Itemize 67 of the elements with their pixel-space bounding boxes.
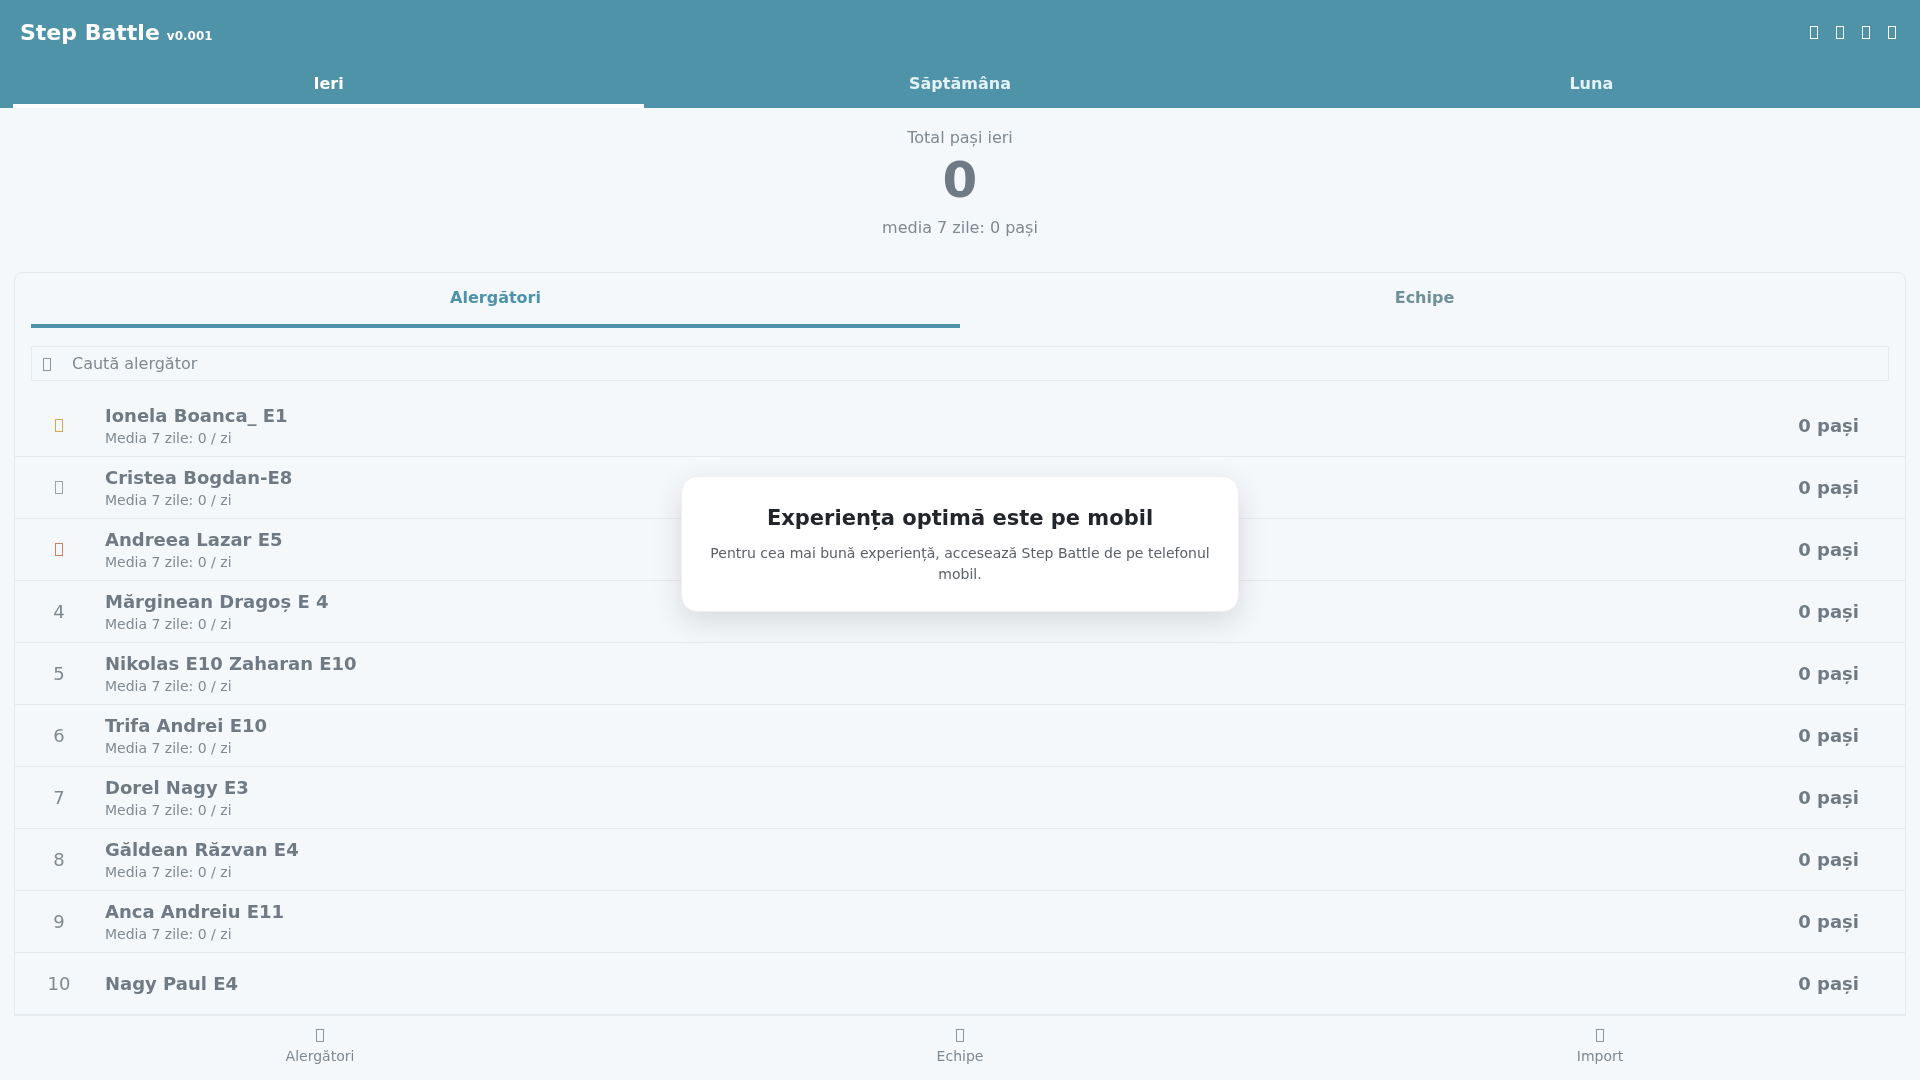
runner-steps: 0 pași — [1798, 970, 1859, 997]
toolbar-glyph-icon[interactable] — [1888, 25, 1896, 39]
list-tab[interactable]: Alergători — [31, 273, 960, 328]
app-title: Step Battle — [20, 18, 160, 47]
runner-row[interactable]: 8 Găldean Răzvan E4 Media 7 zile: 0 / zi 0 pași — [15, 829, 1905, 891]
runner-steps: 0 pași — [1798, 784, 1859, 811]
list-tab[interactable]: Echipe — [960, 273, 1889, 328]
rank-number: 4 — [53, 600, 65, 624]
search-glyph-icon — [43, 357, 51, 371]
toolbar-glyph-icon[interactable] — [1836, 25, 1844, 39]
runner-row[interactable]: 5 Nikolas E10 Zaharan E10 Media 7 zile: 0 / zi 0 pași — [15, 643, 1905, 705]
runner-steps: 0 pași — [1798, 412, 1859, 439]
runner-steps: 0 pași — [1798, 536, 1859, 563]
summary-value: 0 — [942, 150, 978, 210]
app-version: v0.001 — [166, 27, 213, 45]
runner-name: Mărginean Dragoș E 4 — [105, 589, 329, 614]
runner-average: Media 7 zile: 0 / zi — [105, 552, 232, 572]
runner-average: Media 7 zile: 0 / zi — [105, 800, 232, 820]
runner-row[interactable]: 6 Trifa Andrei E10 Media 7 zile: 0 / zi 0 pași — [15, 705, 1905, 767]
runner-steps: 0 pași — [1798, 846, 1859, 873]
toolbar-glyph-icon[interactable] — [1810, 25, 1818, 39]
toolbar-glyph-icon[interactable] — [1862, 25, 1870, 39]
nav-glyph-icon — [956, 1029, 964, 1042]
runner-name: Dorel Nagy E3 — [105, 775, 249, 800]
period-tab[interactable]: Săptămâna — [644, 64, 1276, 108]
runner-average: Media 7 zile: 0 / zi — [105, 614, 232, 634]
runner-name: Ionela Boanca_ E1 — [105, 403, 288, 428]
runner-steps: 0 pași — [1798, 722, 1859, 749]
rank-number: 9 — [53, 910, 65, 934]
nav-item[interactable]: Import — [1280, 1016, 1920, 1080]
runner-average: Media 7 zile: 0 / zi — [105, 862, 232, 882]
runner-name: Nikolas E10 Zaharan E10 — [105, 651, 357, 676]
rank-number: 8 — [53, 848, 65, 872]
runner-average: Media 7 zile: 0 / zi — [105, 676, 232, 696]
summary-label: Total pași ieri — [907, 127, 1013, 149]
runner-steps: 0 pași — [1798, 598, 1859, 625]
nav-item[interactable]: Alergători — [0, 1016, 640, 1080]
runner-name: Anca Andreiu E11 — [105, 899, 285, 924]
runner-row[interactable]: 7 Dorel Nagy E3 Media 7 zile: 0 / zi 0 pași — [15, 767, 1905, 829]
runner-name: Andreea Lazar E5 — [105, 527, 283, 552]
runner-row[interactable]: 9 Anca Andreiu E11 Media 7 zile: 0 / zi 0 pași — [15, 891, 1905, 953]
runner-average: Media 7 zile: 0 / zi — [105, 924, 232, 944]
runner-row[interactable]: 10 Nagy Paul E4 0 pași — [15, 953, 1905, 1015]
search-field[interactable]: Caută alergător — [31, 345, 1889, 381]
rank-number: 5 — [53, 662, 65, 686]
rank-number: 6 — [53, 724, 65, 748]
nav-glyph-icon — [316, 1029, 324, 1042]
runner-average: Media 7 zile: 0 / zi — [105, 428, 232, 448]
runner-name: Trifa Andrei E10 — [105, 713, 268, 738]
period-tab[interactable]: Luna — [1275, 64, 1907, 108]
runner-average: Media 7 zile: 0 / zi — [105, 490, 232, 510]
runner-steps: 0 pași — [1798, 660, 1859, 687]
dialog-message: Pentru cea mai bună experiență, accesează Step Battle de pe telefonul mobil. — [710, 543, 1210, 584]
runner-steps: 0 pași — [1798, 474, 1859, 501]
rank-number: 10 — [47, 972, 71, 996]
runner-row[interactable]: Ionela Boanca_ E1 Media 7 zile: 0 / zi 0 pași — [15, 395, 1905, 457]
runner-name: Nagy Paul E4 — [105, 971, 239, 996]
runner-name: Cristea Bogdan-E8 — [105, 465, 293, 490]
nav-item[interactable]: Echipe — [640, 1016, 1280, 1080]
summary-average: media 7 zile: 0 pași — [882, 217, 1038, 239]
runner-average: Media 7 zile: 0 / zi — [105, 738, 232, 758]
runner-name: Găldean Răzvan E4 — [105, 837, 299, 862]
rank-number: 7 — [53, 786, 65, 810]
dialog-title: Experiența optimă este pe mobil — [766, 505, 1154, 532]
nav-glyph-icon — [1596, 1029, 1604, 1042]
runner-steps: 0 pași — [1798, 908, 1859, 935]
period-tab[interactable]: Ieri — [13, 64, 645, 108]
